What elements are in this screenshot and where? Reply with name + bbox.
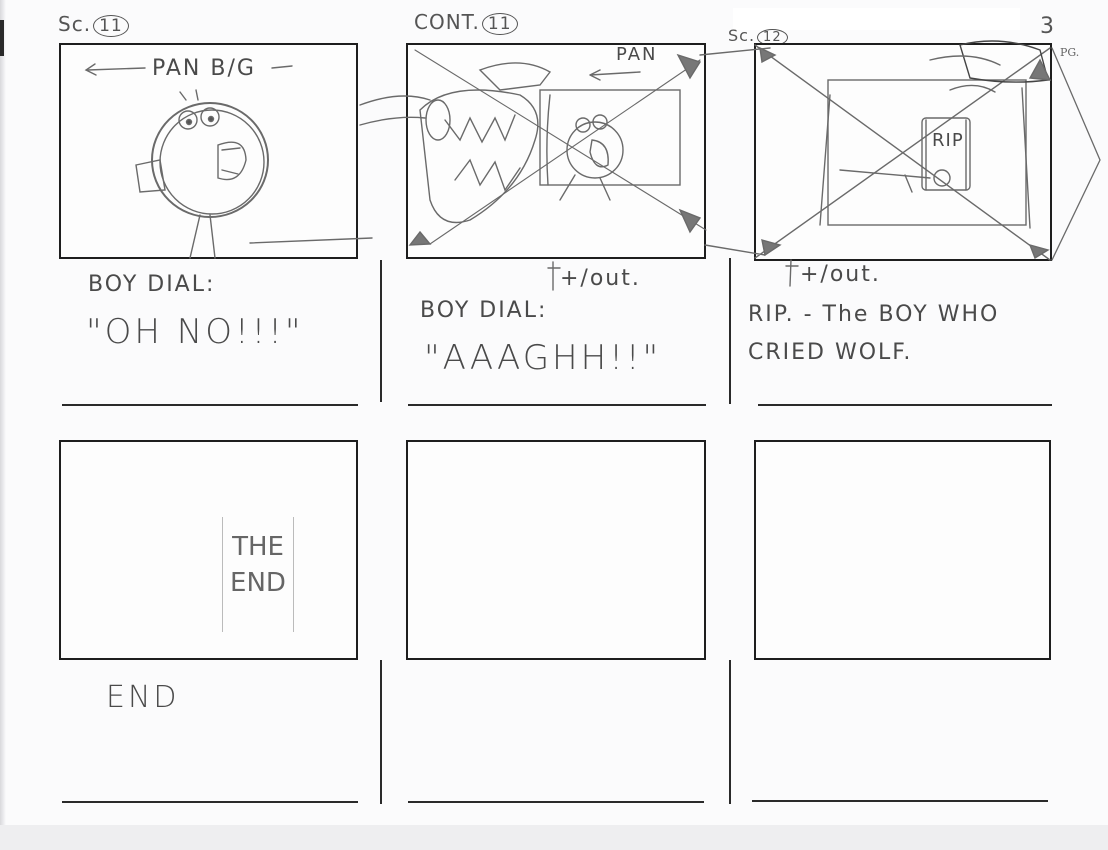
dialogue-label: BOY DIAL: — [420, 298, 548, 323]
camera-note: PAN — [616, 44, 658, 65]
transition-note: +/out. — [560, 266, 641, 291]
camera-note: PAN B/G — [152, 56, 256, 81]
boy-face-sketch — [566, 121, 624, 179]
dialogue-text: RIP. - The BOY WHO CRIED WOLF. — [748, 302, 1000, 365]
dialogue-label: BOY DIAL: — [88, 272, 216, 297]
tombstone-sketch — [921, 117, 971, 191]
wolf-head-sketch — [419, 89, 539, 224]
dialogue-text: END — [106, 680, 180, 715]
the-end-card: THE END — [222, 517, 294, 632]
dialogue-text: "AAAGHH!!" — [424, 338, 662, 378]
dialogue-text: "OH NO!!!" — [86, 312, 304, 352]
pan-arrow-icon — [87, 67, 146, 71]
graveyard-frame-sketch — [827, 79, 1027, 226]
end-card-line-2: END — [230, 568, 286, 598]
open-mouth-sketch — [217, 141, 247, 181]
end-card-line-1: THE — [232, 532, 284, 562]
scanner-margin — [0, 825, 1108, 850]
tombstone-text: RIP — [932, 130, 964, 151]
transition-note: +/out. — [800, 262, 881, 287]
